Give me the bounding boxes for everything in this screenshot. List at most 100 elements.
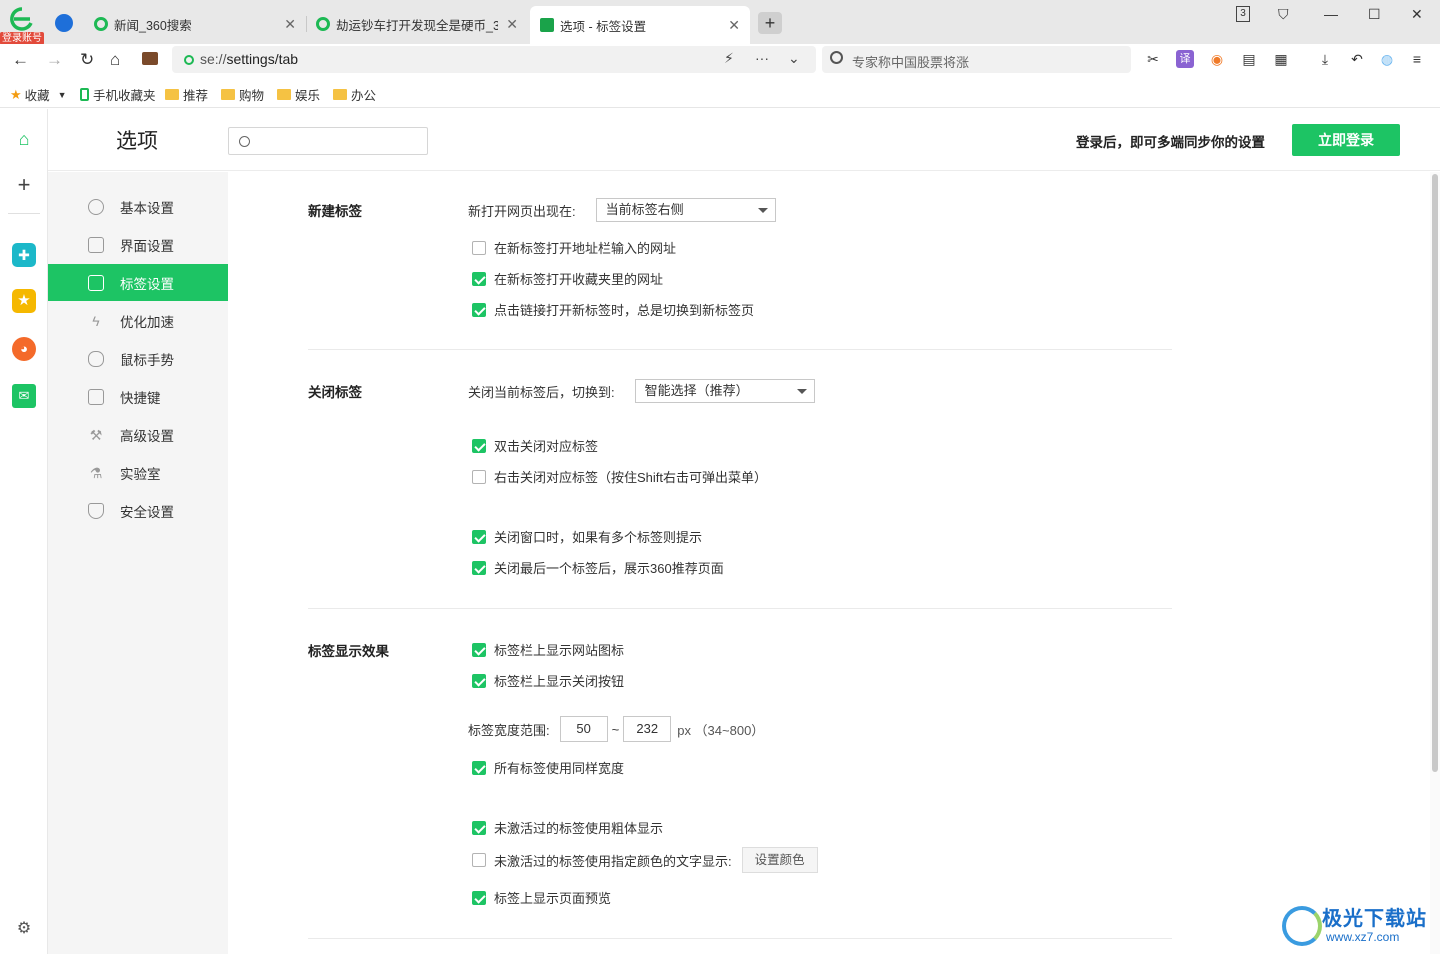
checkbox[interactable] [472,529,486,544]
checkbox[interactable] [472,271,486,286]
favorites-star-icon[interactable]: ★ [12,289,36,313]
option-label: 右击关闭对应标签（按住Shift右击可弹出菜单） [494,470,768,485]
bookmark-folder-shopping[interactable]: 购物 [221,85,264,104]
option-label: 标签栏上显示网站图标 [494,643,625,658]
checkbox[interactable] [472,560,486,575]
tab-settings-active[interactable]: 选项 - 标签设置 ✕ [530,6,750,44]
nav-item-mouse-gesture[interactable]: 鼠标手势 [48,340,228,377]
reload-icon[interactable]: ↻ [80,50,94,70]
close-tab-icon[interactable]: ✕ [728,17,740,34]
options-search-input[interactable] [228,127,428,155]
option-row[interactable]: 关闭窗口时，如果有多个标签则提示 [468,527,702,546]
nav-item-security[interactable]: 安全设置 [48,492,228,529]
translate-icon[interactable]: 译 [1176,50,1194,68]
close-tab-switch-select[interactable]: 智能选择（推荐） [634,379,815,403]
bookmark-favorites[interactable]: ★ 收藏 ▼ [10,85,67,104]
apps-grid-icon[interactable]: ▦ [1272,50,1290,68]
lightning-icon[interactable]: ⚡ [724,50,734,67]
add-icon[interactable]: + [12,173,36,197]
nav-item-tabs[interactable]: 标签设置 [48,264,228,301]
caret-down-icon[interactable]: ▼ [58,90,67,100]
cloud-icon[interactable]: ◍ [1378,50,1396,68]
reader-icon[interactable]: ▤ [1240,50,1258,68]
option-row[interactable]: 标签栏上显示关闭按钮 [468,671,624,690]
bookmark-folder-recommend[interactable]: 推荐 [165,85,208,104]
maximize-icon[interactable]: ☐ [1368,6,1381,23]
close-tab-icon[interactable]: ✕ [506,16,518,33]
login-button[interactable]: 立即登录 [1292,124,1400,156]
option-row[interactable]: 标签上显示页面预览 [468,888,611,907]
checkbox[interactable] [472,853,486,867]
undo-icon[interactable]: ↶ [1348,50,1366,68]
option-row[interactable]: 关闭最后一个标签后，展示360推荐页面 [468,558,724,577]
address-url[interactable]: se://settings/tab [200,51,298,67]
nav-item-acceleration[interactable]: ϟ 优化加速 [48,302,228,339]
tab-money-truck[interactable]: 劫运钞车打开发现全是硬币_360 ✕ [306,8,528,40]
set-color-button[interactable]: 设置颜色 [741,847,818,873]
checkbox[interactable] [472,240,486,255]
checkbox[interactable] [472,760,486,775]
section-divider [308,608,1172,609]
tab-width-max-input[interactable]: 232 [623,716,672,742]
plugin-icon[interactable]: ✚ [12,243,36,267]
checkbox[interactable] [472,642,486,657]
option-row[interactable]: 点击链接打开新标签时，总是切换到新标签页 [468,300,754,319]
wallet-icon[interactable] [142,52,158,65]
forward-icon[interactable]: → [46,50,63,70]
chevron-down-icon[interactable]: ⌄ [788,50,800,67]
back-icon[interactable]: ← [12,50,29,70]
home-icon[interactable]: ⌂ [110,50,120,70]
checkbox[interactable] [472,438,486,453]
nav-item-interface[interactable]: 界面设置 [48,226,228,263]
browser-logo-icon[interactable] [8,6,36,32]
scissors-icon[interactable]: ✂ [1144,50,1162,68]
weibo-icon[interactable]: ◕ [12,337,36,361]
nav-item-shortcuts[interactable]: 快捷键 [48,378,228,415]
option-row[interactable]: 右击关闭对应标签（按住Shift右击可弹出菜单） [468,467,767,486]
settings-gear-icon[interactable]: ⚙ [12,917,36,941]
nav-item-basic[interactable]: 基本设置 [48,188,228,225]
minimize-icon[interactable]: — [1324,6,1338,22]
checkbox[interactable] [472,302,486,317]
checkbox[interactable] [472,820,486,835]
checkbox[interactable] [472,673,486,688]
checkbox[interactable] [472,469,486,484]
search-box[interactable]: 专家称中国股票将涨 [822,46,1131,73]
nav-item-advanced[interactable]: ⚒ 高级设置 [48,416,228,453]
option-row[interactable]: 未激活过的标签使用指定颜色的文字显示: 设置颜色 [468,847,818,873]
scrollbar-thumb[interactable] [1432,174,1438,772]
bookmark-folder-entertainment[interactable]: 娱乐 [277,85,320,104]
mail-icon[interactable]: ✉ [12,384,36,408]
close-window-icon[interactable]: ✕ [1411,6,1423,23]
tab-news-search[interactable]: 新闻_360搜索 ✕ [84,8,306,40]
content-scrollbar[interactable] [1430,172,1440,954]
folder-icon [221,89,235,100]
search-favicon-icon [94,17,108,31]
address-bar[interactable]: se://settings/tab ⚡ ··· ⌄ [172,46,816,73]
close-tab-icon[interactable]: ✕ [284,16,296,33]
home-icon[interactable]: ⌂ [12,127,36,151]
option-row[interactable]: 在新标签打开收藏夹里的网址 [468,269,663,288]
option-row[interactable]: 标签栏上显示网站图标 [468,640,624,659]
menu-icon[interactable]: ≡ [1408,50,1426,68]
option-row[interactable]: 未激活过的标签使用粗体显示 [468,818,663,837]
tab-count-badge[interactable]: 3 [1236,6,1250,22]
bookmark-mobile[interactable]: 手机收藏夹 [80,85,156,104]
more-dots-icon[interactable]: ··· [755,50,769,66]
send-icon[interactable] [55,14,73,32]
bookmark-folder-office[interactable]: 办公 [333,85,376,104]
bookmark-label: 办公 [351,89,377,103]
skin-icon[interactable]: ⛉ [1278,6,1289,23]
nav-item-lab[interactable]: ⚗ 实验室 [48,454,228,491]
new-tab-button[interactable]: + [758,12,782,34]
new-tab-position-select[interactable]: 当前标签右侧 [595,198,776,222]
download-icon[interactable]: ⤓ [1316,50,1334,68]
options-search-field[interactable] [257,132,417,150]
nav-item-label: 快捷键 [120,390,161,406]
tab-width-min-input[interactable]: 50 [559,716,608,742]
checkbox[interactable] [472,890,486,905]
option-row[interactable]: 双击关闭对应标签 [468,436,598,455]
game-icon[interactable]: ◉ [1208,50,1226,68]
option-row[interactable]: 在新标签打开地址栏输入的网址 [468,238,676,257]
option-row[interactable]: 所有标签使用同样宽度 [468,758,624,777]
